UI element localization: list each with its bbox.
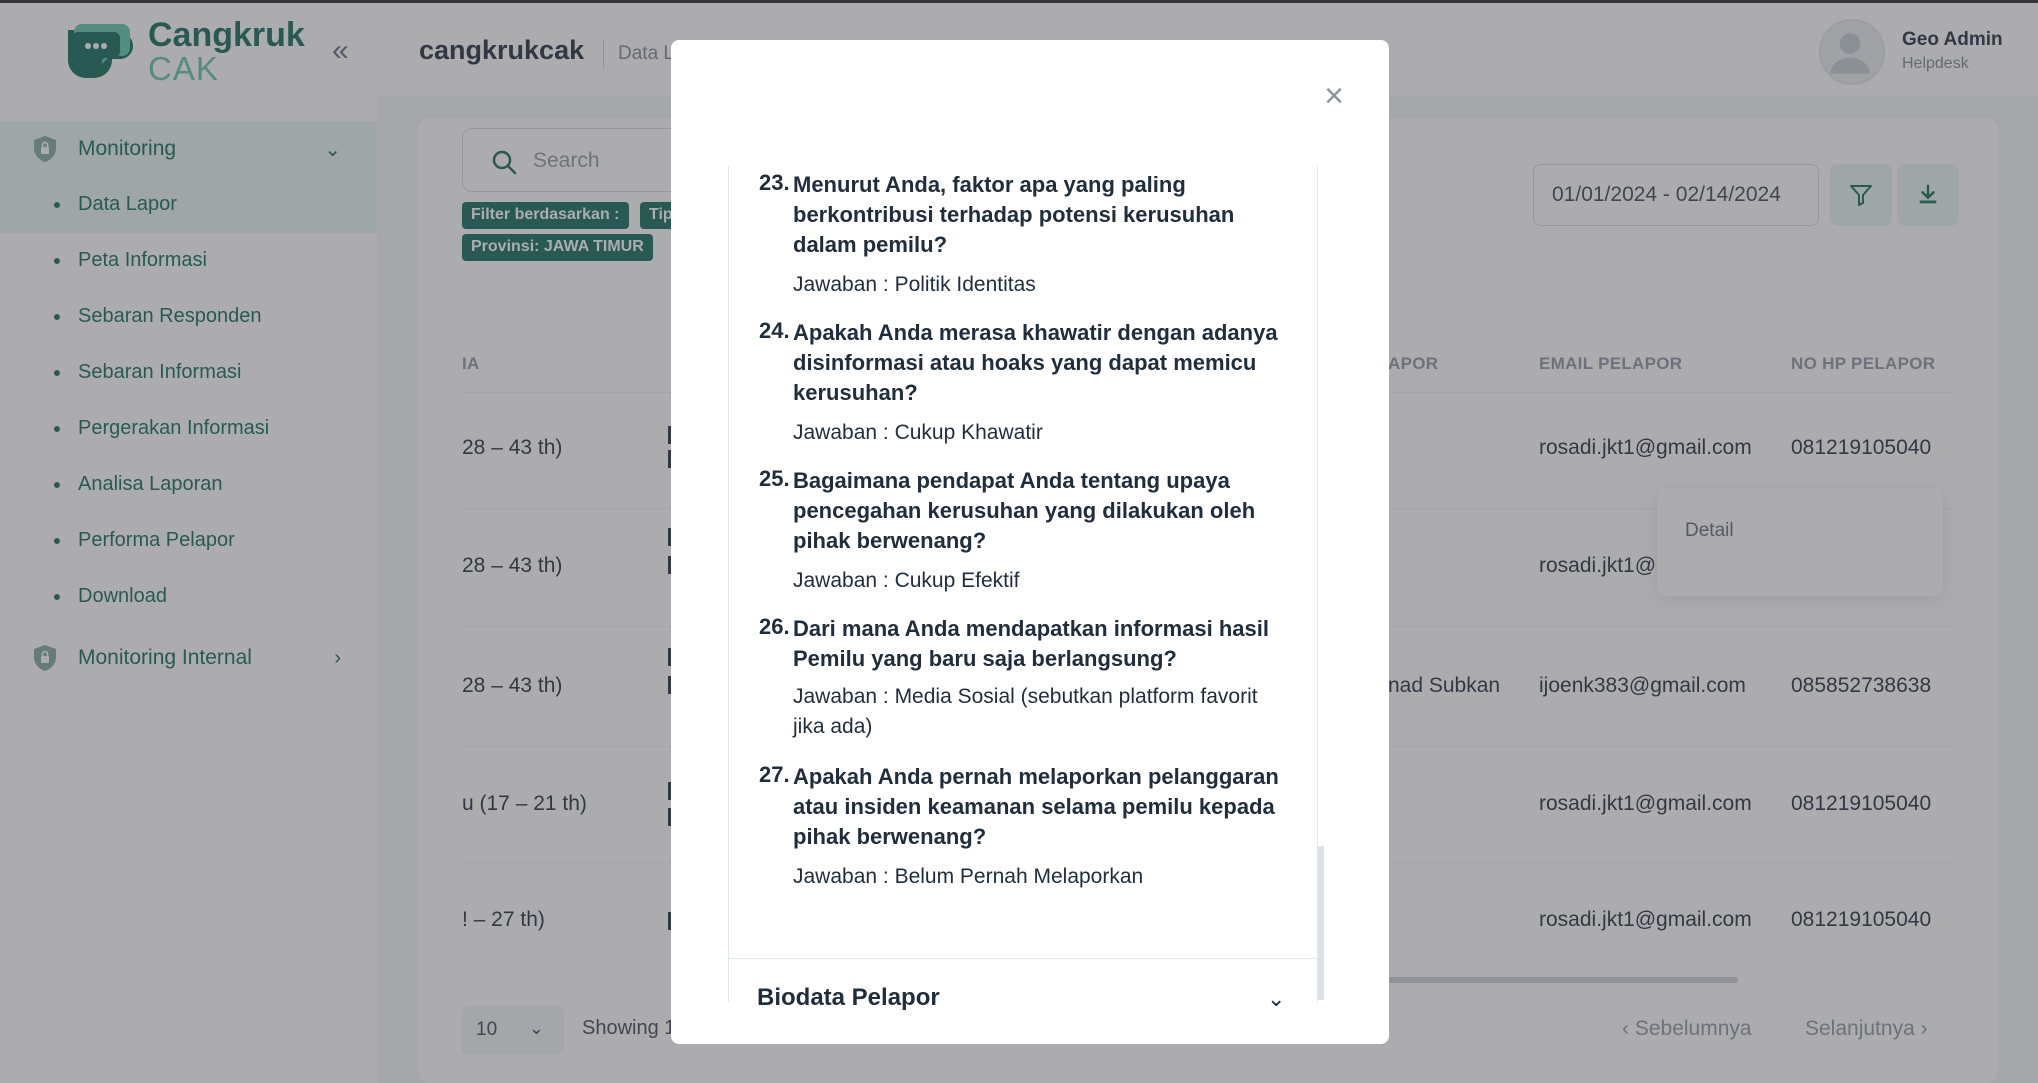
question-text: Apakah Anda merasa khawatir dengan adany… [793,320,1278,405]
question-text: Apakah Anda pernah melaporkan pelanggara… [793,764,1279,849]
detail-modal: × 23. Menurut Anda, faktor apa yang pali… [671,40,1389,1044]
question-text: Dari mana Anda mendapatkan informasi has… [793,616,1269,671]
answer-text: Jawaban : Cukup Efektif [793,569,1020,592]
question-number: 25. [759,466,790,491]
question-number: 26. [759,614,790,639]
question-number: 23. [759,170,790,195]
close-icon[interactable]: × [1319,79,1349,113]
question-text: Menurut Anda, faktor apa yang paling ber… [793,172,1235,257]
question-number: 24. [759,318,790,343]
chevron-down-icon[interactable]: ⌄ [1267,986,1285,1012]
question-text: Bagaimana pendapat Anda tentang upaya pe… [793,468,1256,553]
answer-text: Jawaban : Belum Pernah Melaporkan [793,865,1144,888]
questionnaire-panel[interactable]: 23. Menurut Anda, faktor apa yang paling… [728,166,1318,1002]
panel-scrollbar[interactable] [1318,846,1324,1000]
question-number: 27. [759,762,790,787]
answer-text: Jawaban : Media Sosial (sebutkan platfor… [793,685,1258,738]
section-divider [728,958,1318,959]
answer-text: Jawaban : Cukup Khawatir [793,421,1043,444]
answer-text: Jawaban : Politik Identitas [793,273,1036,296]
biodata-section-header[interactable]: Biodata Pelapor [757,984,940,1012]
